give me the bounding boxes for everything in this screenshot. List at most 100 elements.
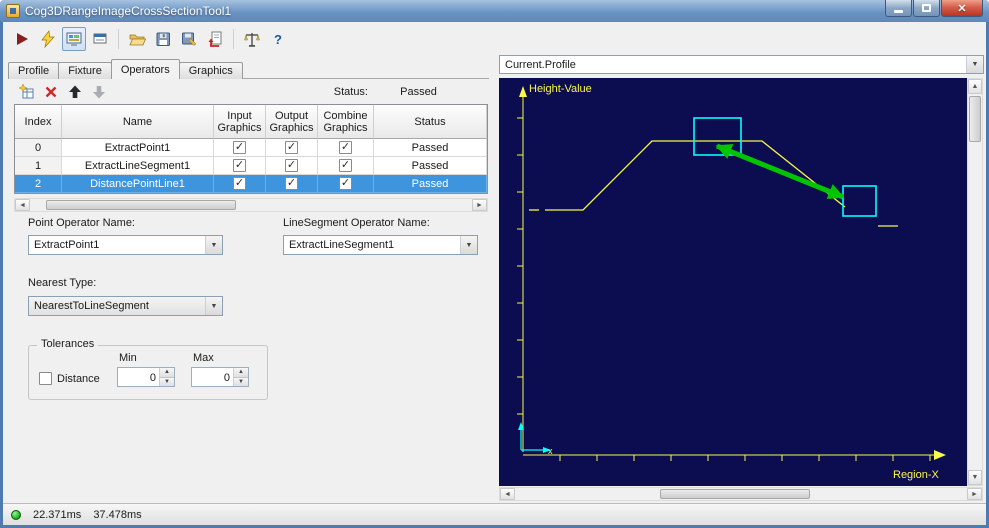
chevron-down-icon[interactable]: ▼ <box>460 236 477 254</box>
point-operator-combobox[interactable]: ExtractPoint1 ▼ <box>28 235 223 255</box>
table-row[interactable]: 1 ExtractLineSegment1 ✓ ✓ ✓ Passed <box>15 157 487 175</box>
input-graphics-checkbox[interactable]: ✓ <box>214 175 266 193</box>
save-icon <box>156 32 170 46</box>
tolerances-title: Tolerances <box>37 338 99 350</box>
status-label: Status: <box>333 86 368 98</box>
tab-operators[interactable]: Operators <box>110 59 180 79</box>
scrollbar-thumb[interactable] <box>46 200 236 210</box>
y-axis-label: Height-Value <box>529 83 592 95</box>
chevron-down-icon[interactable]: ▼ <box>205 297 222 315</box>
run-time: 22.371ms <box>33 508 82 521</box>
scroll-left-icon[interactable]: ◄ <box>500 488 515 500</box>
status-bar: 22.371ms 37.478ms <box>3 503 986 525</box>
minimize-icon <box>894 9 903 13</box>
scroll-right-icon[interactable]: ► <box>967 488 982 500</box>
nearest-type-combobox[interactable]: NearestToLineSegment ▼ <box>28 296 223 316</box>
window-titlebar[interactable]: Cog3DRangeImageCrossSectionTool1 ✕ <box>0 0 989 22</box>
chevron-down-icon[interactable]: ▼ <box>966 56 983 73</box>
display-source-combobox[interactable]: Current.Profile ▼ <box>499 55 984 74</box>
distance-checkbox[interactable] <box>39 372 52 385</box>
float-display-toggle-button[interactable] <box>88 27 112 51</box>
output-graphics-checkbox[interactable]: ✓ <box>266 139 318 157</box>
import-button[interactable] <box>203 27 227 51</box>
scrollbar-track[interactable] <box>968 94 982 470</box>
checkbox-icon: ✓ <box>285 177 298 190</box>
display-h-scrollbar[interactable]: ◄ ► <box>499 487 983 501</box>
add-operator-button[interactable] <box>17 82 37 102</box>
distance-max-value[interactable]: 0 <box>192 368 233 386</box>
open-icon <box>129 34 146 46</box>
run-button[interactable] <box>10 27 34 51</box>
combine-graphics-checkbox[interactable]: ✓ <box>318 175 374 193</box>
table-row-selected[interactable]: 2 DistancePointLine1 ✓ ✓ ✓ Passed <box>15 175 487 193</box>
cell-index: 1 <box>15 157 62 175</box>
cell-name: ExtractPoint1 <box>62 139 214 157</box>
output-graphics-checkbox[interactable]: ✓ <box>266 157 318 175</box>
save-as-icon <box>182 32 197 46</box>
spinner-down-icon[interactable]: ▼ <box>160 377 174 386</box>
linesegment-operator-label: LineSegment Operator Name: <box>283 217 430 229</box>
tolerances-groupbox: Tolerances Min Max Distance 0 ▲ ▼ 0 ▲ ▼ <box>28 338 268 400</box>
spinner-up-icon[interactable]: ▲ <box>160 368 174 378</box>
delete-icon <box>45 86 57 98</box>
scrollbar-thumb[interactable] <box>969 96 981 142</box>
distance-max-spinner[interactable]: 0 ▲ ▼ <box>191 367 249 387</box>
scrollbar-thumb[interactable] <box>660 489 810 499</box>
status-value: Passed <box>400 86 437 98</box>
combine-graphics-checkbox[interactable]: ✓ <box>318 157 374 175</box>
save-button[interactable] <box>151 27 175 51</box>
linesegment-operator-combobox[interactable]: ExtractLineSegment1 ▼ <box>283 235 478 255</box>
result-display-toggle-button[interactable] <box>62 27 86 51</box>
point-marker-group <box>693 117 877 217</box>
spinner-down-icon[interactable]: ▼ <box>234 377 248 386</box>
table-row[interactable]: 0 ExtractPoint1 ✓ ✓ ✓ Passed <box>15 139 487 157</box>
input-graphics-checkbox[interactable]: ✓ <box>214 139 266 157</box>
col-header-combine-graphics: Combine Graphics <box>318 105 374 139</box>
save-as-button[interactable] <box>177 27 201 51</box>
profile-display-canvas[interactable]: Height-Value Region-X x <box>499 78 967 486</box>
scrollbar-track[interactable] <box>30 199 472 211</box>
move-up-button[interactable] <box>65 82 85 102</box>
cell-status: Passed <box>374 139 487 157</box>
close-button[interactable]: ✕ <box>941 0 983 17</box>
benchmark-button[interactable] <box>240 27 264 51</box>
run-icon <box>17 33 28 45</box>
minimize-button[interactable] <box>885 0 912 17</box>
help-button[interactable]: ? <box>266 27 290 51</box>
table-h-scrollbar[interactable]: ◄ ► <box>14 198 488 212</box>
checkbox-icon: ✓ <box>233 159 246 172</box>
scroll-up-icon[interactable]: ▲ <box>968 79 982 94</box>
display-v-scrollbar[interactable]: ▲ ▼ <box>967 78 983 486</box>
output-graphics-checkbox[interactable]: ✓ <box>266 175 318 193</box>
combine-graphics-checkbox[interactable]: ✓ <box>318 139 374 157</box>
profile-display[interactable]: Height-Value Region-X x <box>499 78 967 486</box>
tab-fixture[interactable]: Fixture <box>58 62 112 79</box>
spinner-up-icon[interactable]: ▲ <box>234 368 248 378</box>
result-point-marker <box>842 185 877 217</box>
toolbar-separator <box>118 29 119 49</box>
delete-operator-button[interactable] <box>41 82 61 102</box>
app-icon <box>6 4 20 18</box>
col-header-status: Status <box>374 105 487 139</box>
scroll-down-icon[interactable]: ▼ <box>968 470 982 485</box>
total-time: 37.478ms <box>93 508 142 521</box>
checkbox-icon: ✓ <box>339 159 352 172</box>
maximize-button[interactable] <box>913 0 940 17</box>
result-point-marker <box>693 117 742 156</box>
open-button[interactable] <box>125 27 149 51</box>
distance-min-spinner[interactable]: 0 ▲ ▼ <box>117 367 175 387</box>
col-header-index: Index <box>15 105 62 139</box>
chevron-down-icon[interactable]: ▼ <box>205 236 222 254</box>
cell-index: 0 <box>15 139 62 157</box>
scroll-left-icon[interactable]: ◄ <box>15 199 30 211</box>
tab-profile[interactable]: Profile <box>8 62 60 79</box>
tab-graphics[interactable]: Graphics <box>178 62 243 79</box>
benchmark-icon <box>244 33 260 47</box>
point-operator-value: ExtractPoint1 <box>34 239 100 251</box>
move-down-button[interactable] <box>89 82 109 102</box>
run-continuous-button[interactable] <box>36 27 60 51</box>
scrollbar-track[interactable] <box>515 488 967 500</box>
scroll-right-icon[interactable]: ► <box>472 199 487 211</box>
distance-min-value[interactable]: 0 <box>118 368 159 386</box>
input-graphics-checkbox[interactable]: ✓ <box>214 157 266 175</box>
